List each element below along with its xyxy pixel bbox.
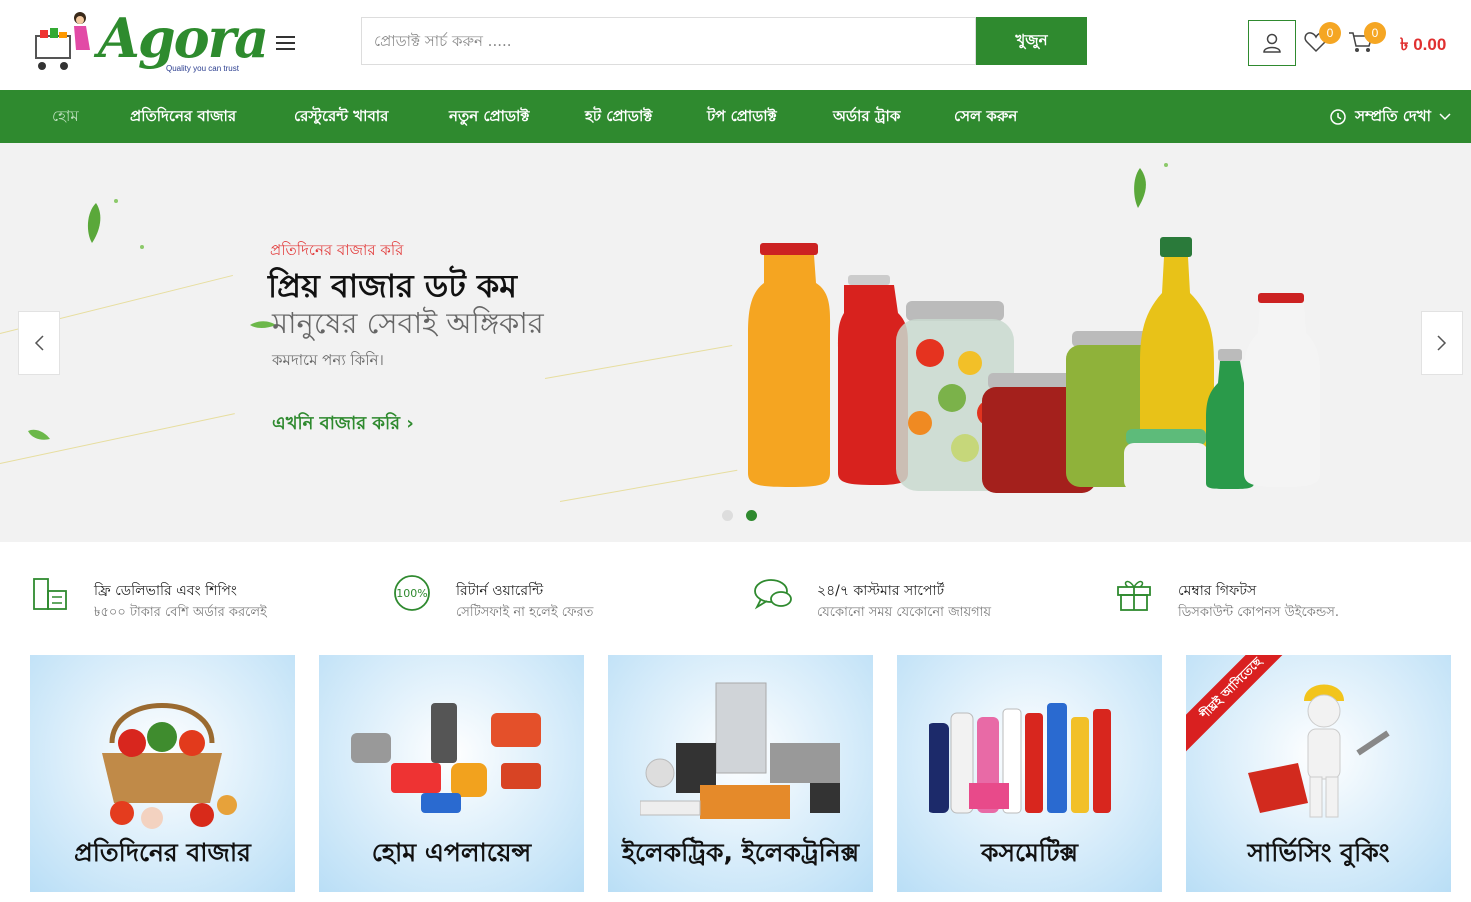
- category-label: ইলেকট্রিক, ইলেকট্রনিক্স: [621, 838, 860, 867]
- user-icon: [1263, 33, 1281, 53]
- vegetable-basket-image: [102, 703, 237, 829]
- hero-slider: প্রতিদিনের বাজার করি প্রিয় বাজার ডট কম …: [0, 143, 1471, 542]
- svg-text:100%: 100%: [396, 587, 427, 600]
- feature-subtitle: যেকোনো সময় যেকোনো জায়গায়: [817, 605, 992, 620]
- search-input[interactable]: [361, 17, 976, 65]
- nav-item-sell[interactable]: সেল করুন: [954, 90, 1017, 143]
- feature-title: রিটার্ন ওয়ারেন্টি: [456, 583, 544, 599]
- logo-cart-icon: [35, 12, 90, 70]
- nav-item-hot-products[interactable]: হট প্রোডাক্ট: [585, 90, 652, 143]
- warranty-icon: 100%: [394, 575, 430, 611]
- hero-jars-image: [748, 237, 1320, 493]
- nav-item-new-products[interactable]: নতুন প্রোডাক্ট: [449, 90, 529, 143]
- electronics-image: [640, 682, 840, 819]
- feature-subtitle: সেটিসফাই না হলেই ফেরত: [456, 605, 594, 620]
- wishlist-button[interactable]: 0: [1303, 22, 1341, 56]
- slider-prev-button[interactable]: [18, 311, 60, 375]
- chat-icon: [754, 579, 792, 610]
- category-cosmetics[interactable]: কসমেটিক্স: [897, 655, 1162, 892]
- feature-subtitle: ৳৫০০ টাকার বেশি অর্ডার করলেই: [94, 605, 267, 620]
- category-label: সার্ভিসিং বুকিং: [1247, 838, 1390, 867]
- category-electronics[interactable]: ইলেকট্রিক, ইলেকট্রনিক্স: [608, 655, 873, 892]
- category-label: প্রতিদিনের বাজার: [74, 838, 251, 867]
- account-button[interactable]: [1248, 20, 1296, 66]
- site-logo[interactable]: Agora Quality you can trust: [32, 6, 269, 78]
- feature-title: ফ্রি ডেলিভারি এবং শিপিং: [94, 583, 237, 599]
- hero-shop-now-link[interactable]: এখনি বাজার করি ›: [272, 409, 414, 440]
- cosmetics-image: [929, 703, 1111, 814]
- site-header: Agora Quality you can trust খুজুন 0 0 ৳ …: [0, 0, 1471, 90]
- chevron-down-icon: [1439, 112, 1451, 120]
- delivery-icon: [33, 578, 67, 610]
- chevron-right-icon: [1437, 335, 1447, 351]
- nav-item-home[interactable]: হোম: [52, 90, 79, 143]
- recently-viewed-dropdown[interactable]: সম্প্রতি দেখা: [1329, 90, 1451, 143]
- nav-item-top-products[interactable]: টপ প্রোডাক্ট: [707, 90, 777, 143]
- category-servicing-booking[interactable]: শীঘ্রই আসিতেছে সার্ভিসিং বুকিং: [1186, 655, 1451, 892]
- gift-icon: [1117, 580, 1151, 611]
- service-worker-image: [1248, 684, 1390, 818]
- chevron-left-icon: [34, 335, 44, 351]
- nav-item-order-track[interactable]: অর্ডার ট্রাক: [833, 90, 900, 143]
- hero-description: কমদামে পন্য কিনি।: [272, 351, 384, 369]
- category-home-appliance[interactable]: হোম এপলায়েন্স: [319, 655, 584, 892]
- cart-total[interactable]: ৳ 0.00: [1400, 32, 1446, 60]
- wishlist-count-badge: 0: [1319, 22, 1341, 44]
- feature-title: মেম্বার গিফটস: [1178, 583, 1257, 599]
- menu-icon[interactable]: [276, 36, 295, 50]
- search-button[interactable]: খুজুন: [976, 17, 1087, 65]
- category-daily-market[interactable]: প্রতিদিনের বাজার: [30, 655, 295, 892]
- appliances-image: [351, 703, 541, 813]
- slider-dot-1[interactable]: [722, 510, 733, 521]
- logo-text: Agora: [98, 6, 269, 70]
- nav-item-restaurant-food[interactable]: রেস্টুরেন্ট খাবার: [294, 90, 388, 143]
- cart-count-badge: 0: [1364, 22, 1386, 44]
- history-icon: [1330, 108, 1346, 125]
- feature-title: ২৪/৭ কাস্টমার সাপোর্ট: [817, 583, 945, 599]
- category-label: হোম এপলায়েন্স: [371, 838, 532, 867]
- category-label: কসমেটিক্স: [980, 838, 1079, 867]
- slider-dot-2[interactable]: [746, 510, 757, 521]
- feature-subtitle: ডিসকাউন্ট কোপনস উইকেন্ডস.: [1178, 605, 1339, 620]
- logo-tagline: Quality you can trust: [166, 64, 239, 73]
- slider-next-button[interactable]: [1421, 311, 1463, 375]
- hero-title-secondary: মানুষের সেবাই অঙ্গিকার: [272, 306, 544, 340]
- nav-item-daily-market[interactable]: প্রতিদিনের বাজার: [130, 90, 236, 143]
- recently-viewed-label: সম্প্রতি দেখা: [1355, 107, 1431, 125]
- main-navigation: হোম প্রতিদিনের বাজার রেস্টুরেন্ট খাবার ন…: [0, 90, 1471, 143]
- cart-button[interactable]: 0: [1348, 22, 1386, 56]
